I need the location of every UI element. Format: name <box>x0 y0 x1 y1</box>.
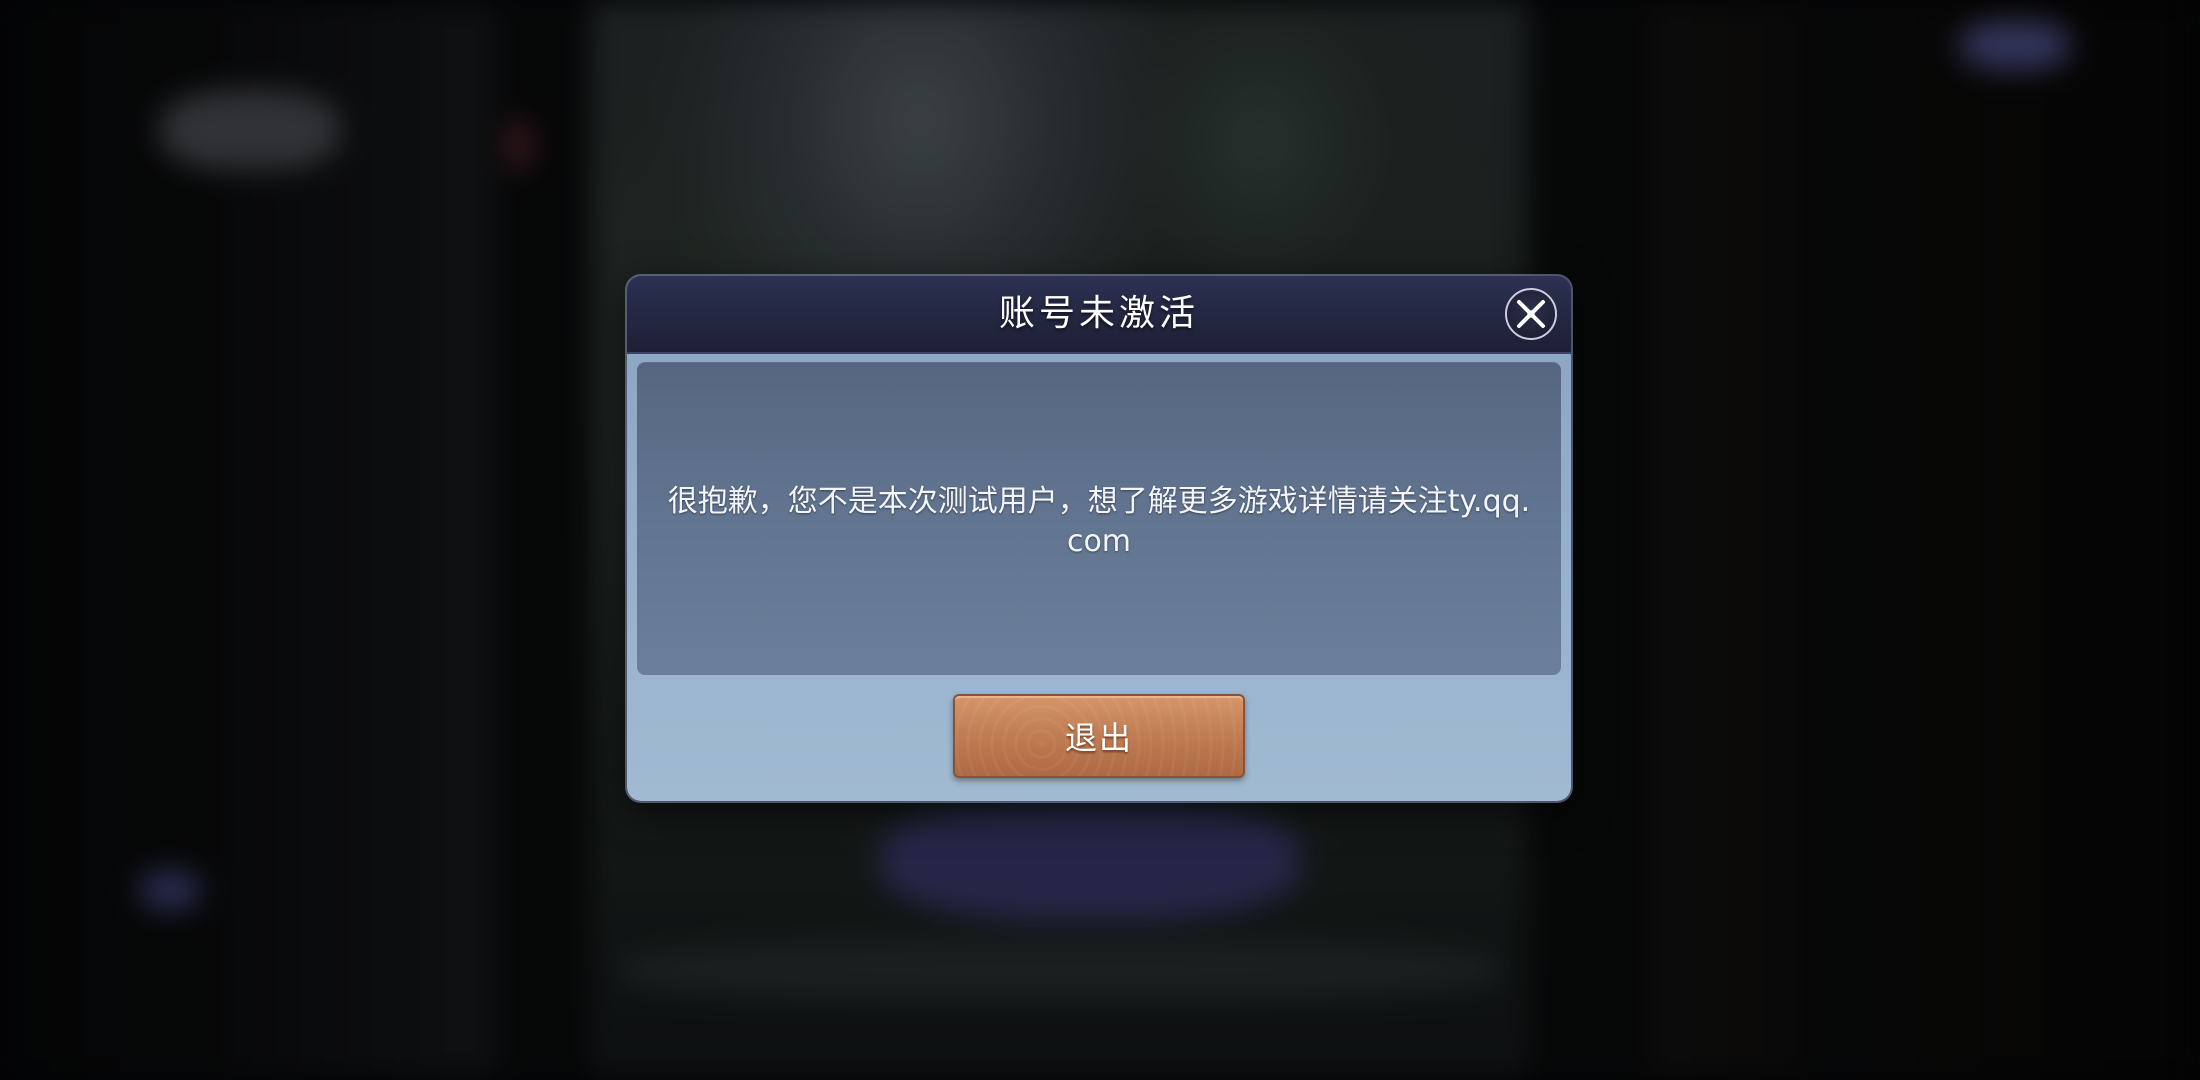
account-not-activated-dialog: 账号未激活 很抱歉，您不是本次测试用户，想了解更多游戏详情请关注ty.qq.co… <box>627 276 1571 801</box>
exit-button-label: 退出 <box>1064 719 1133 757</box>
game-screen: 账号未激活 很抱歉，您不是本次测试用户，想了解更多游戏详情请关注ty.qq.co… <box>0 0 2200 1080</box>
exit-button[interactable]: 退出 <box>953 694 1245 778</box>
close-button[interactable] <box>1505 288 1557 340</box>
dialog-title: 账号未激活 <box>998 293 1199 334</box>
close-icon <box>1516 299 1546 329</box>
message-panel: 很抱歉，您不是本次测试用户，想了解更多游戏详情请关注ty.qq.com <box>637 362 1561 675</box>
dialog-message: 很抱歉，您不是本次测试用户，想了解更多游戏详情请关注ty.qq.com <box>667 484 1531 559</box>
dialog-header: 账号未激活 <box>627 276 1571 354</box>
